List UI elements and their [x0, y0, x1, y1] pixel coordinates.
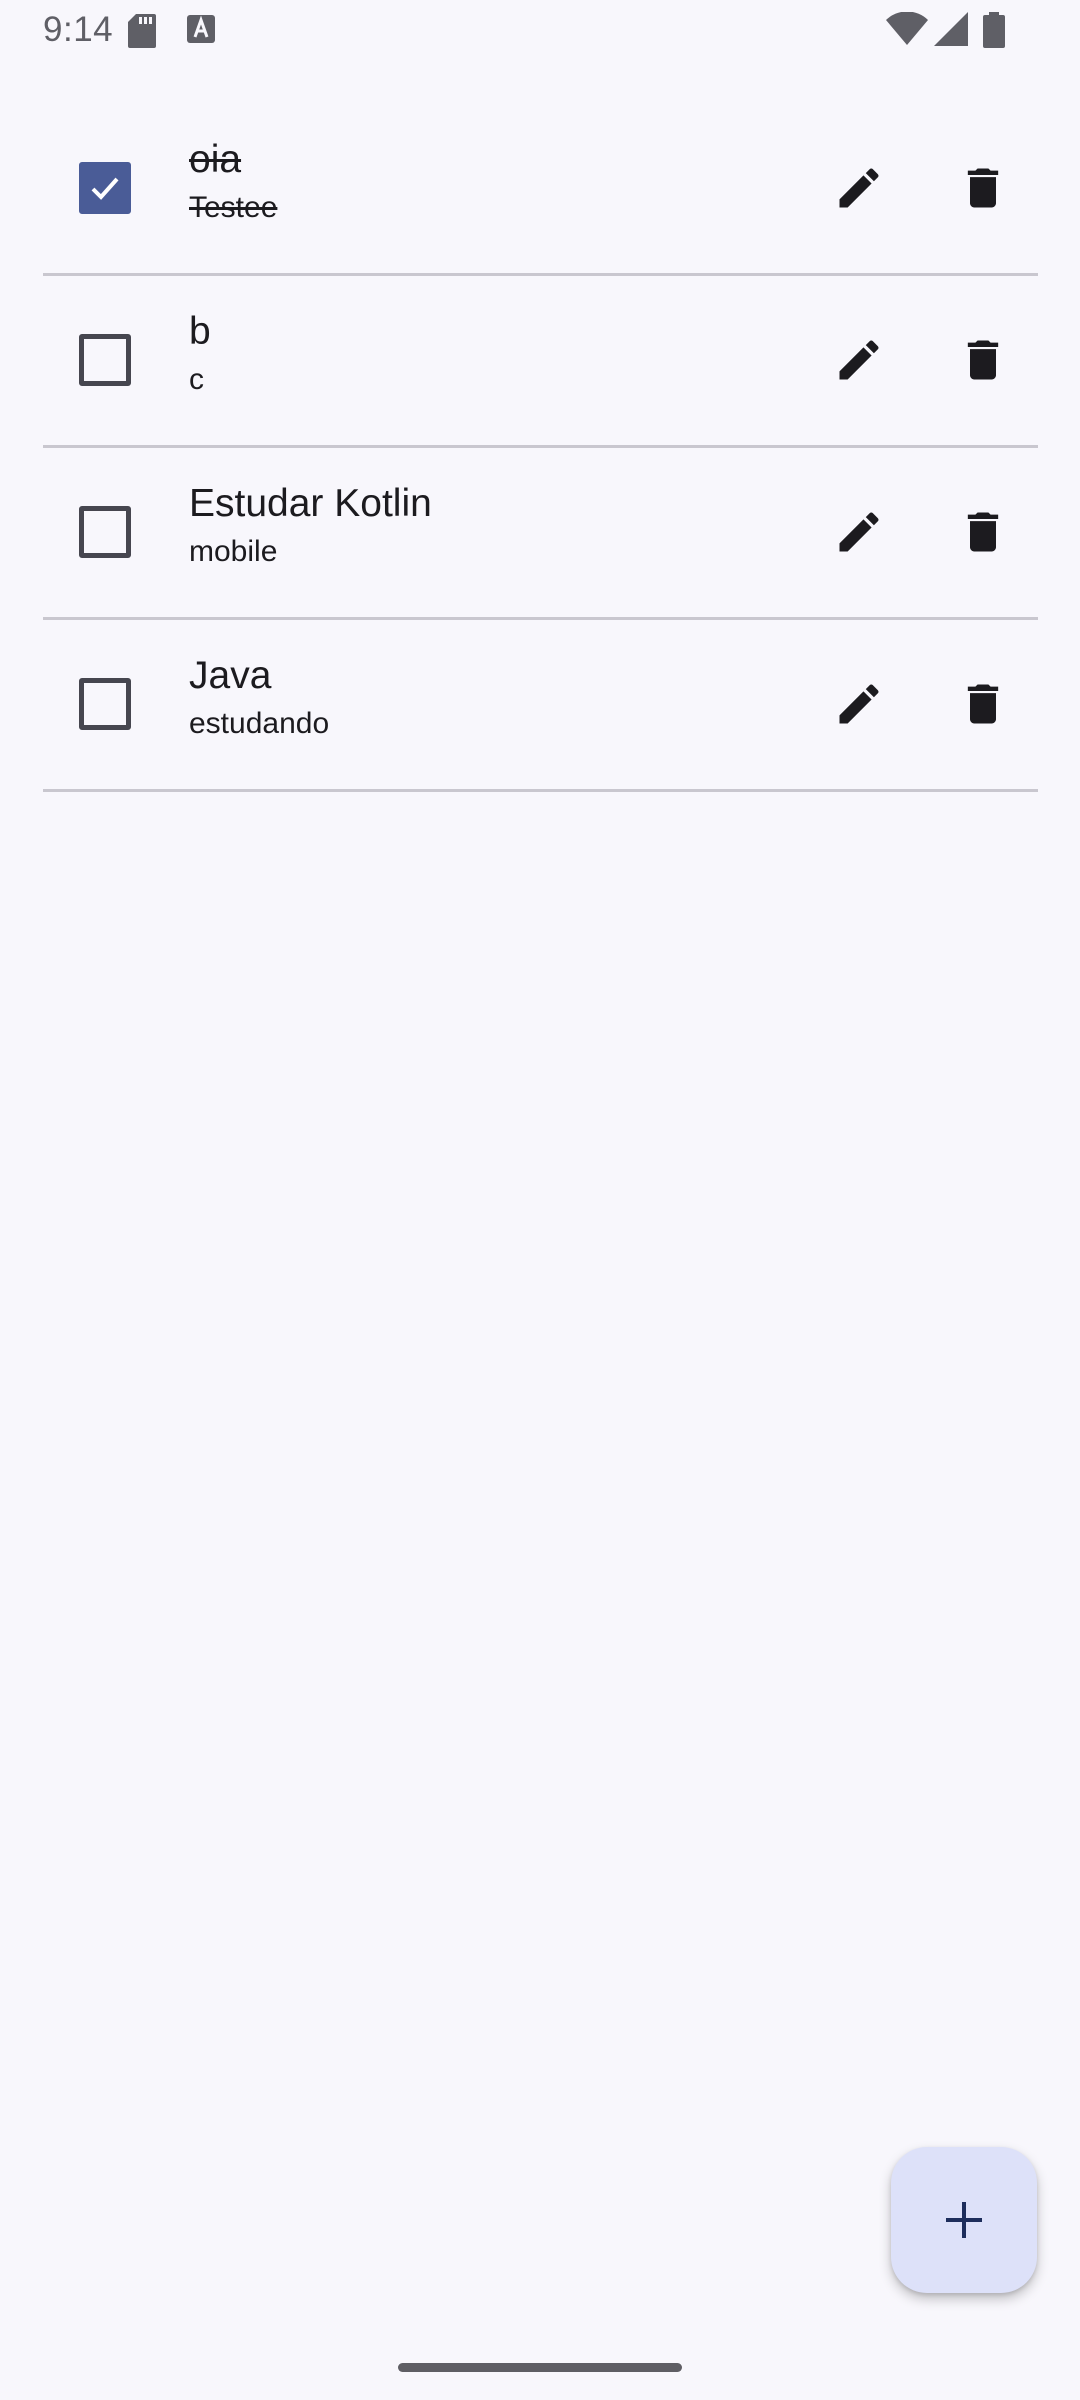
plus-icon — [946, 2202, 982, 2238]
battery-icon — [983, 12, 1005, 53]
task-text: b c — [189, 306, 789, 400]
signal-icon — [934, 12, 968, 51]
edit-task-button[interactable] — [823, 152, 895, 224]
task-row: oia Testee — [43, 104, 1038, 276]
gesture-nav-handle[interactable] — [398, 2363, 682, 2372]
task-description: estudando — [189, 707, 330, 740]
delete-task-button[interactable] — [947, 152, 1019, 224]
keyboard-a-icon — [186, 14, 216, 49]
status-time: 9:14 — [43, 10, 114, 49]
edit-task-button[interactable] — [823, 324, 895, 396]
task-title: b — [189, 310, 211, 353]
task-title: Estudar Kotlin — [189, 482, 432, 525]
edit-task-button[interactable] — [823, 668, 895, 740]
status-bar: 9:14 — [0, 0, 1080, 62]
task-checkbox[interactable] — [79, 506, 131, 558]
pencil-icon — [839, 340, 879, 380]
pencil-icon — [839, 168, 879, 208]
task-title: Java — [189, 654, 272, 697]
delete-task-button[interactable] — [947, 668, 1019, 740]
pencil-icon — [839, 512, 879, 552]
task-text: Estudar Kotlin mobile — [189, 478, 789, 572]
task-row: Estudar Kotlin mobile — [43, 448, 1038, 620]
task-row: Java estudando — [43, 620, 1038, 792]
check-icon — [91, 177, 119, 200]
pencil-icon — [839, 684, 879, 724]
task-list: oia Testee b c Estudar Kotlin mobile Jav… — [43, 104, 1038, 792]
sd-card-icon — [128, 14, 156, 53]
edit-task-button[interactable] — [823, 496, 895, 568]
trash-icon — [967, 684, 999, 724]
task-row: b c — [43, 276, 1038, 448]
task-title: oia — [189, 138, 242, 181]
task-description: c — [189, 363, 204, 396]
trash-icon — [967, 512, 999, 552]
task-checkbox[interactable] — [79, 334, 131, 386]
task-description: Testee — [189, 191, 278, 224]
trash-icon — [967, 340, 999, 380]
delete-task-button[interactable] — [947, 496, 1019, 568]
trash-icon — [967, 168, 999, 208]
task-checkbox-checked[interactable] — [79, 162, 131, 214]
task-checkbox[interactable] — [79, 678, 131, 730]
task-description: mobile — [189, 535, 278, 568]
task-text: oia Testee — [189, 134, 789, 228]
task-text: Java estudando — [189, 650, 789, 744]
wifi-icon — [886, 11, 928, 51]
add-task-fab[interactable] — [891, 2147, 1037, 2293]
delete-task-button[interactable] — [947, 324, 1019, 396]
